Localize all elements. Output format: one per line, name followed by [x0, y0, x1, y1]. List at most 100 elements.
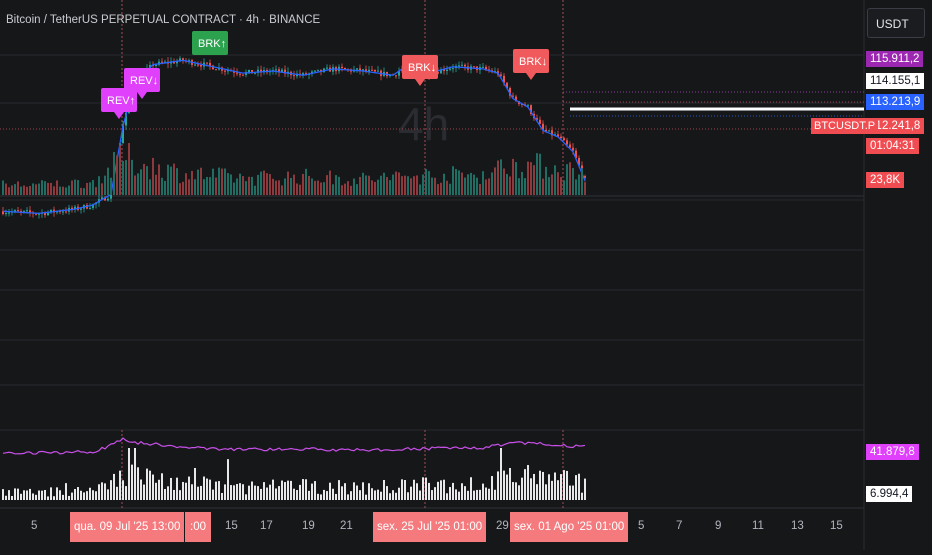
- volume-bar: [188, 179, 190, 195]
- indicator-bar: [527, 465, 529, 500]
- volume-bar: [329, 170, 331, 195]
- volume-bar: [569, 162, 571, 195]
- indicator-bar: [92, 490, 94, 500]
- volume-bar: [152, 157, 154, 195]
- candle-body: [482, 66, 484, 68]
- volume-bar: [353, 178, 355, 195]
- indicator-bar: [338, 480, 340, 500]
- indicator-bar: [44, 489, 46, 500]
- candle-body: [461, 64, 463, 66]
- volume-bar: [17, 181, 19, 195]
- indicator-bar: [89, 487, 91, 500]
- volume-bar: [401, 176, 403, 195]
- indicator-bar: [443, 479, 445, 500]
- indicator-bar: [176, 477, 178, 500]
- indicator-bar: [455, 489, 457, 500]
- volume-bar: [287, 171, 289, 195]
- indicator-bar: [461, 483, 463, 500]
- candle-body: [293, 75, 295, 77]
- indicator-bar: [485, 487, 487, 500]
- indicator-bar: [2, 489, 4, 500]
- volume-bar: [131, 159, 133, 195]
- candle-body: [464, 64, 466, 67]
- indicator-bar: [59, 490, 61, 500]
- indicator-bar: [203, 476, 205, 500]
- indicator-bar: [23, 490, 25, 500]
- chart-area[interactable]: 4h REV↑ REV↓ BRK↑ BRK↓ BRK↓: [0, 0, 932, 550]
- volume-bar: [362, 172, 364, 195]
- currency-selector[interactable]: USDT: [867, 8, 925, 38]
- volume-bar: [89, 182, 91, 195]
- indicator-bar: [242, 484, 244, 500]
- volume-bar: [44, 181, 46, 195]
- indicator-bar: [560, 474, 562, 500]
- indicator-bar: [482, 483, 484, 500]
- time-tick: 17: [260, 520, 273, 532]
- volume-bar: [446, 180, 448, 195]
- candle-body: [371, 69, 373, 71]
- volume-bar: [5, 183, 7, 195]
- volume-bar: [440, 182, 442, 195]
- indicator-bar: [395, 492, 397, 500]
- volume-bar: [356, 184, 358, 195]
- indicator-bar: [551, 480, 553, 500]
- volume-bar: [269, 174, 271, 195]
- volume-bar: [56, 180, 58, 195]
- volume-bar: [572, 168, 574, 195]
- volume-bar: [50, 182, 52, 195]
- indicator-bar: [251, 481, 253, 500]
- volume-bar: [170, 166, 172, 195]
- indicator-bar: [152, 474, 154, 500]
- volume-bar: [263, 170, 265, 195]
- volume-bar: [503, 168, 505, 195]
- indicator-bar: [500, 448, 502, 500]
- volume-bar: [149, 179, 151, 195]
- volume-bar: [533, 165, 535, 195]
- volume-bar: [110, 177, 112, 195]
- volume-bar: [368, 175, 370, 195]
- indicator-bar: [371, 488, 373, 500]
- crosshair-time-label: qua. 09 Jul '25 13:00: [70, 512, 185, 542]
- volume-bar: [497, 160, 499, 195]
- indicator-bar: [236, 483, 238, 500]
- volume-bar: [293, 174, 295, 195]
- candle-body: [236, 72, 238, 74]
- volume-bar: [479, 183, 481, 195]
- volume-bar: [206, 176, 208, 195]
- signal-label: REV↑: [107, 95, 135, 107]
- volume-bar: [311, 178, 313, 195]
- volume-bar: [317, 180, 319, 195]
- candle-body: [344, 67, 346, 70]
- indicator-bar: [266, 487, 268, 500]
- indicator-bar: [179, 490, 181, 500]
- volume-bar: [437, 184, 439, 195]
- indicator-bar: [233, 485, 235, 500]
- volume-bar: [419, 184, 421, 195]
- volume-bar: [182, 181, 184, 195]
- volume-bar: [38, 183, 40, 195]
- volume-bar: [371, 180, 373, 195]
- indicator-bar: [359, 490, 361, 500]
- indicator-bar: [452, 482, 454, 500]
- indicator-bar: [212, 489, 214, 500]
- volume-bar: [575, 179, 577, 195]
- volume-bar: [404, 175, 406, 195]
- volume-bar: [341, 185, 343, 195]
- time-tick: 7: [676, 520, 683, 532]
- indicator-bar: [506, 474, 508, 500]
- indicator-bar: [161, 473, 163, 500]
- indicator-bar: [398, 487, 400, 500]
- volume-bar: [581, 168, 583, 195]
- volume-bar: [11, 185, 13, 195]
- indicator-bar: [299, 484, 301, 500]
- volume-bar: [98, 176, 100, 195]
- indicator-bar: [413, 479, 415, 500]
- indicator-bar: [578, 473, 580, 500]
- indicator-bar: [248, 485, 250, 500]
- indicator-bar: [38, 490, 40, 500]
- indicator-bar: [272, 479, 274, 500]
- volume-bar: [452, 166, 454, 195]
- volume-bar: [344, 183, 346, 195]
- volume-bar: [221, 168, 223, 195]
- volume-bar: [332, 184, 334, 195]
